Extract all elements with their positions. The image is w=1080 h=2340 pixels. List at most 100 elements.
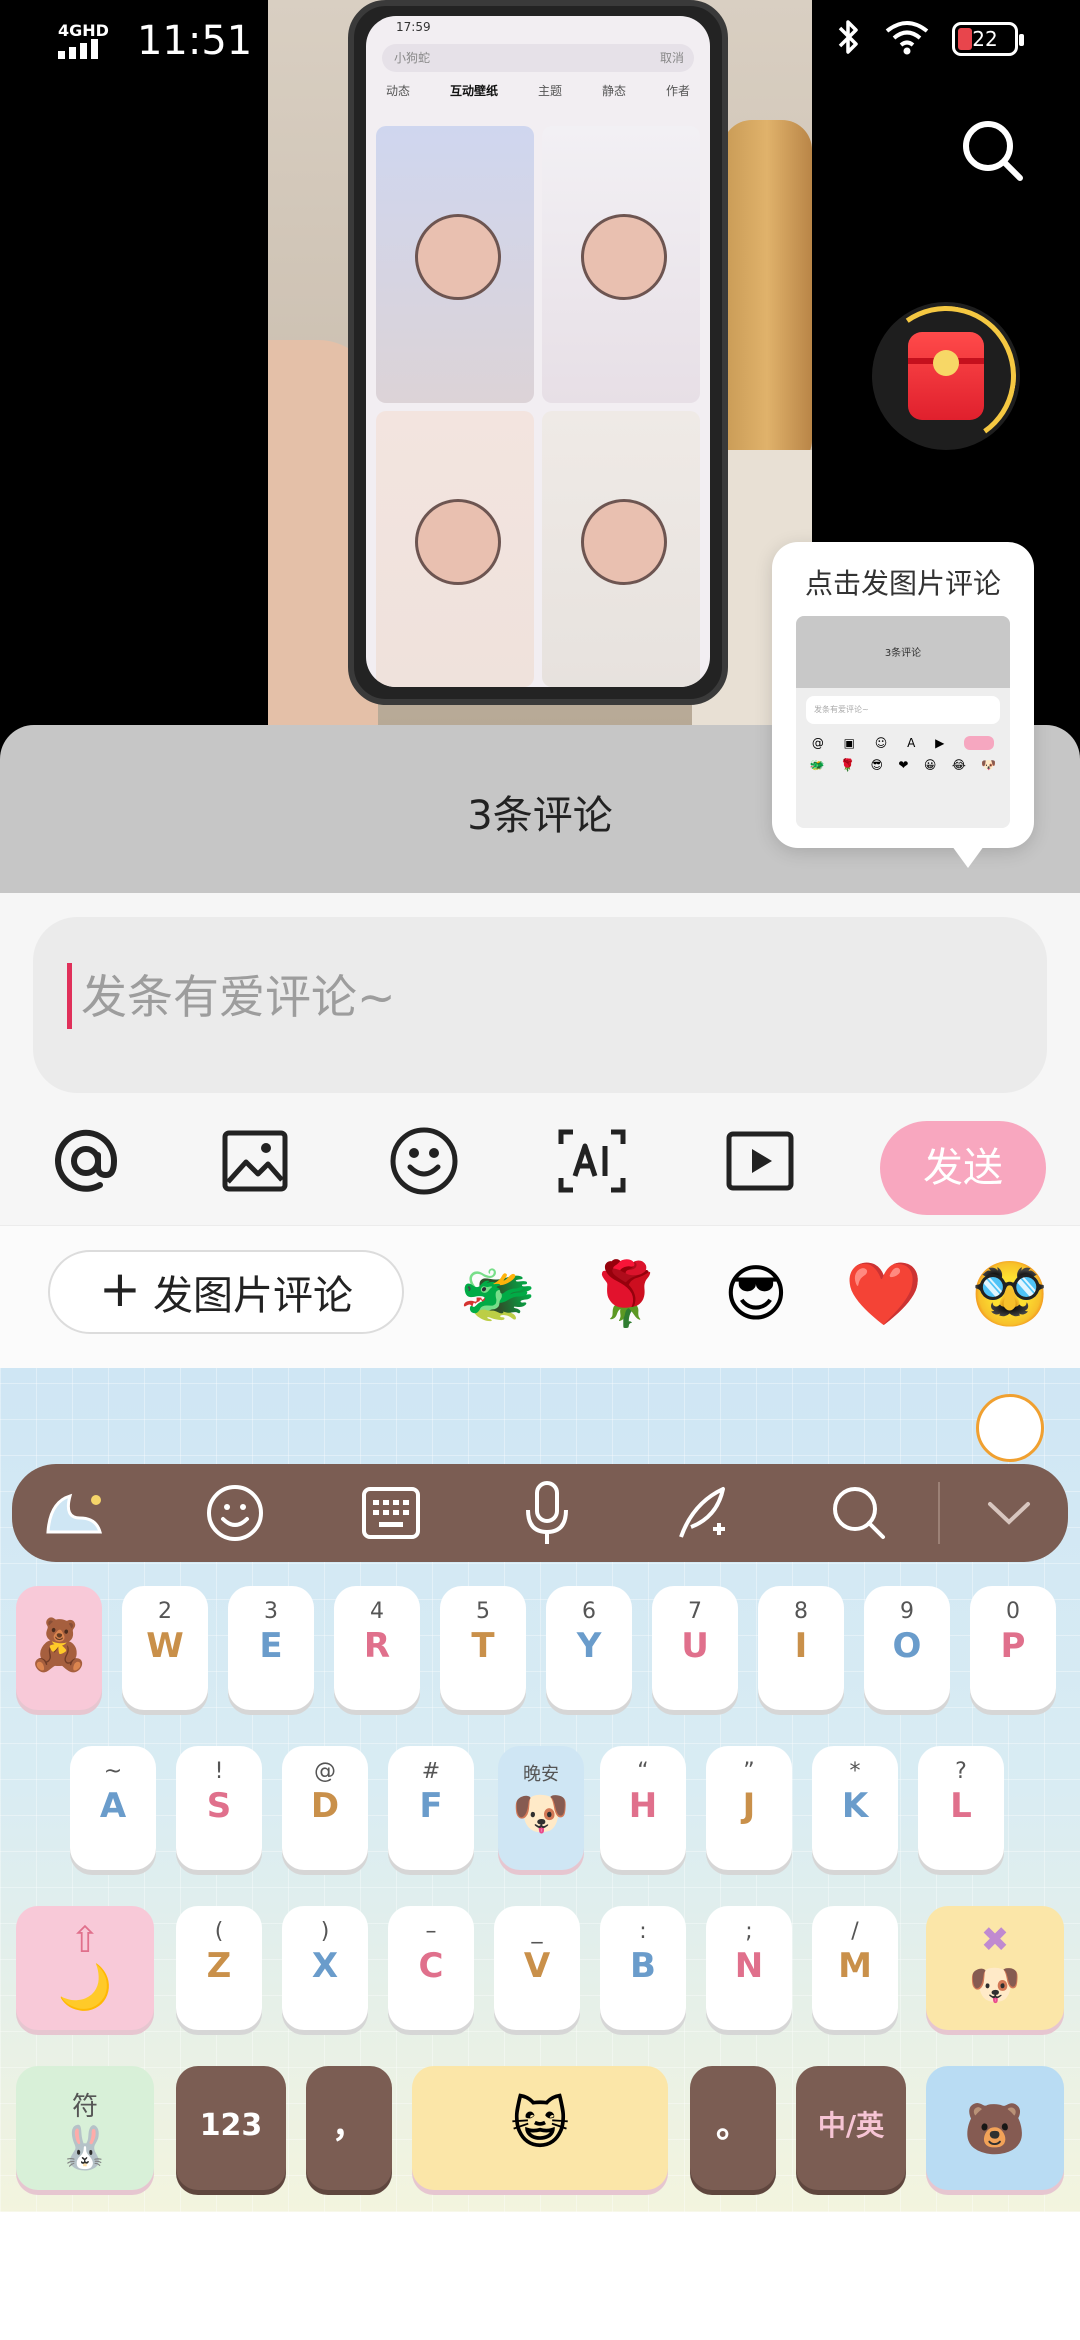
bluetooth-icon [836,18,862,60]
symbol-key[interactable]: 符 🐰 [16,2066,154,2190]
ai-text-button[interactable] [552,1121,632,1201]
enter-key[interactable]: 🐻 [926,2066,1064,2190]
key-p[interactable]: 0P [970,1586,1056,1710]
keyboard-search-button[interactable] [822,1476,896,1550]
comment-toolbar: 发送 [0,1115,1080,1215]
key-v[interactable]: _ V [494,1906,580,2030]
voice-input-button[interactable] [510,1476,584,1550]
key-w[interactable]: 2W [122,1586,208,1710]
key-secondary-label: 7 [688,1599,702,1624]
key-secondary-label: ~ [103,1759,123,1784]
key-primary-label: C [418,1946,444,1986]
video-phone: 17:59 小狗蛇 取消 动态 互动壁纸 主题 静态 作者 [348,0,728,705]
handwriting-button[interactable] [666,1476,740,1550]
key-f[interactable]: # F [388,1746,474,1870]
key-secondary-label: ! [214,1759,224,1784]
key-secondary-label: * [849,1759,861,1784]
emoji-heart[interactable]: ❤️ [844,1254,924,1334]
key-primary-label: S [206,1786,232,1826]
key-primary-label: P [1000,1626,1026,1666]
puppy-sticker-icon: 🐶 [968,1960,1022,2009]
key-primary-label: N [734,1946,764,1986]
key-r[interactable]: 4R [334,1586,420,1710]
key-secondary-label: 0 [1006,1599,1020,1624]
keyboard-toolbar [12,1464,1068,1562]
key-o[interactable]: 9O [864,1586,950,1710]
keyboard-skin-button[interactable] [38,1476,112,1550]
bottom-safe-area [0,2212,1080,2340]
language-switch-key[interactable]: 中/英 [796,2066,906,2190]
key-n[interactable]: ; N [706,1906,792,2030]
numbers-key[interactable]: 123 [176,2066,286,2190]
video-button[interactable] [720,1121,800,1201]
key-e[interactable]: 3E [228,1586,314,1710]
key-k[interactable]: * K [812,1746,898,1870]
key-c[interactable]: – C [388,1906,474,2030]
key-secondary-label: @ [314,1759,336,1784]
key-u[interactable]: 7U [652,1586,738,1710]
key-z[interactable]: (Z [176,1906,262,2030]
backspace-icon: ✖ [980,1920,1010,1960]
key-m[interactable]: / M [812,1906,898,2030]
key-b[interactable]: :B [600,1906,686,2030]
key-x[interactable]: ) X [282,1906,368,2030]
key-secondary-label: 8 [794,1599,808,1624]
keyboard: 🧸 2W3E4R5T6Y7U8I9O0P ~ A! S @ D # F “H” J * K? L 晚安… [0,1368,1080,2212]
key-i[interactable]: 8I [758,1586,844,1710]
phone-wallpaper-grid [376,126,700,687]
red-packet-button[interactable] [864,294,1028,458]
image-button[interactable] [215,1121,295,1201]
key-d[interactable]: @ D [282,1746,368,1870]
chevron-down-icon [988,1502,1030,1525]
video-frame[interactable]: 17:59 小狗蛇 取消 动态 互动壁纸 主题 静态 作者 [268,0,812,725]
comma-key[interactable]: ， [306,2066,392,2190]
image-comment-tooltip[interactable]: 点击发图片评论 3条评论 发条有爱评论~ @ ▣ ☺ A ▶ 🐲 🌹 😎 ❤ 😀 😂 🐶 [772,542,1034,868]
period-key[interactable]: 。 [690,2066,776,2190]
emoji-rose[interactable]: 🌹 [586,1254,666,1334]
mention-button[interactable] [46,1121,126,1201]
space-key[interactable]: 😺 [412,2066,668,2190]
image-comment-button[interactable]: + 发图片评论 [48,1250,404,1334]
phone-search-box: 小狗蛇 取消 [382,44,694,72]
key-l[interactable]: ? L [918,1746,1004,1870]
key-h[interactable]: “H [600,1746,686,1870]
key-secondary-label: / [851,1919,859,1944]
status-right: 22 [836,18,1024,60]
key-secondary-label: # [421,1759,441,1784]
backspace-key[interactable]: ✖ 🐶 [926,1906,1064,2030]
key-j[interactable]: ” J [706,1746,792,1870]
emoji-cool[interactable]: 😎 [716,1254,796,1334]
key-secondary-label: ? [955,1759,967,1784]
emoji-button[interactable] [384,1121,464,1201]
key-primary-label: L [950,1786,972,1826]
key-t[interactable]: 5T [440,1586,526,1710]
key-s[interactable]: ! S [176,1746,262,1870]
smiley-icon [207,1485,263,1541]
collapse-keyboard-button[interactable] [972,1476,1046,1550]
key-y[interactable]: 6Y [546,1586,632,1710]
key-primary-label: K [841,1786,869,1826]
search-button[interactable] [958,116,1028,186]
image-comment-label: 发图片评论 [152,1273,353,1319]
sleeping-cat-icon: 😺 [510,2092,570,2157]
emoji-dragon[interactable]: 🐲 [458,1254,538,1334]
wifi-icon [884,19,930,59]
key-a[interactable]: ~ A [70,1746,156,1870]
search-icon [833,1487,885,1539]
key-secondary-label: ) [320,1919,330,1944]
phone-status-time: 17:59 [396,20,431,34]
key-secondary-label: : [639,1919,647,1944]
shift-key[interactable]: ⇧ 🌙 [16,1906,154,2030]
sticker-key-goodnight[interactable]: 晚安 🐶 [498,1746,584,1870]
keyboard-layout-button[interactable] [354,1476,428,1550]
ai-text-icon [558,1129,626,1193]
send-button[interactable]: 发送 [880,1121,1046,1215]
key-secondary-label: 4 [370,1599,384,1624]
comment-input[interactable]: 发条有爱评论~ [33,917,1047,1093]
sticker-key-bear[interactable]: 🧸 [16,1586,102,1710]
keyboard-mascot-icon[interactable] [976,1394,1044,1462]
keyboard-emoji-button[interactable] [198,1476,272,1550]
emoji-face[interactable]: 🥸 [970,1254,1050,1334]
key-primary-label: R [363,1626,391,1666]
key-secondary-label: 6 [582,1599,596,1624]
